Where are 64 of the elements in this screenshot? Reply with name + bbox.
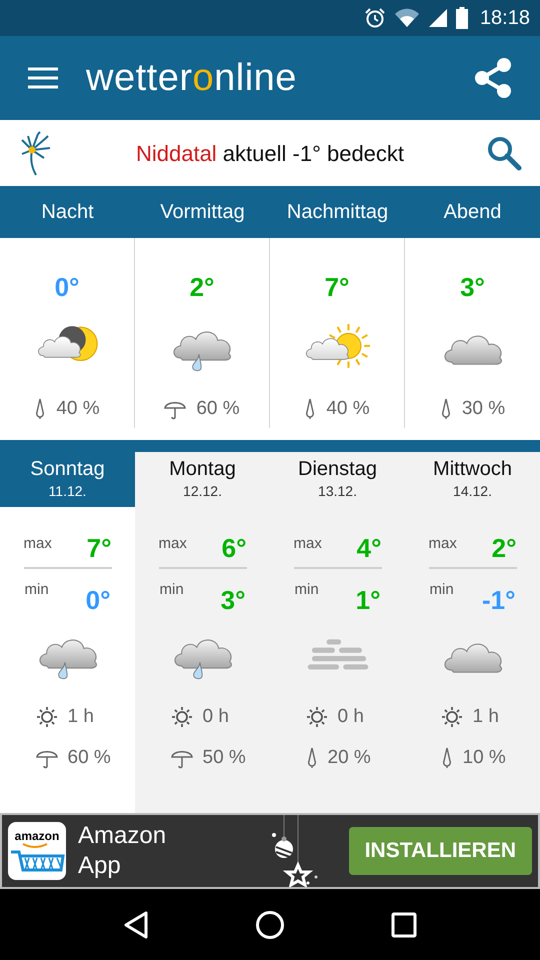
day-tab[interactable]: Montag 12.12.	[135, 452, 270, 507]
max-label: max	[428, 534, 457, 554]
sun-icon	[306, 706, 328, 728]
sun-icon	[36, 706, 58, 728]
temperature: 0°	[54, 271, 80, 304]
max-temperature: 6°	[222, 533, 246, 563]
status-time: 18:18	[480, 6, 530, 31]
sunshine-hours: 0 h	[202, 705, 229, 729]
sun-icon	[440, 706, 462, 728]
min-label: min	[160, 580, 184, 600]
period-label: Vormittag	[159, 200, 246, 225]
signal-icon	[428, 8, 448, 28]
precipitation-chance: 50 %	[202, 746, 246, 770]
max-temperature: 2°	[492, 533, 516, 563]
precipitation-chance: 40 %	[56, 397, 100, 421]
day-tab[interactable]: Sonntag 11.12.	[0, 452, 135, 507]
temperature: 2°	[190, 271, 214, 304]
period-label: Nachmittag	[286, 200, 390, 225]
raindrop-icon	[306, 746, 318, 769]
precipitation-chance: 40 %	[326, 397, 370, 421]
raindrop-icon	[34, 398, 46, 420]
min-label: min	[294, 580, 319, 600]
recents-button[interactable]	[391, 912, 417, 938]
battery-icon	[456, 7, 468, 29]
min-temperature: 1°	[356, 585, 380, 615]
current-weather-text: Niddatal aktuell -1° bedeckt	[134, 140, 406, 168]
min-temperature: -1°	[482, 585, 516, 615]
app-icon: amazon	[8, 822, 66, 880]
precipitation-chance: 60 %	[196, 397, 240, 421]
precipitation-chance: 10 %	[462, 746, 506, 770]
precipitation-chance: 20 %	[328, 746, 371, 770]
max-label: max	[158, 534, 187, 554]
raindrop-icon	[304, 398, 316, 420]
home-button[interactable]	[255, 910, 285, 940]
day-tab[interactable]: Mittwoch 14.12.	[405, 452, 540, 507]
temperature: 3°	[460, 271, 485, 304]
sunshine-hours: 0 h	[338, 705, 364, 729]
min-label: min	[430, 580, 454, 600]
sun-icon	[170, 706, 192, 728]
min-temperature: 3°	[220, 585, 246, 615]
max-label: max	[24, 534, 52, 554]
min-temperature: 0°	[86, 585, 110, 615]
app-logo: wetteronline	[86, 56, 297, 100]
precipitation-chance: 60 %	[68, 746, 111, 770]
temperature: 7°	[324, 271, 350, 304]
menu-button[interactable]	[28, 67, 58, 89]
day-tab[interactable]: Dienstag 13.12.	[270, 452, 405, 507]
sunshine-hours: 1 h	[472, 705, 499, 729]
precipitation-chance: 30 %	[462, 397, 506, 421]
period-label: Abend	[442, 200, 502, 225]
share-button[interactable]	[474, 57, 512, 99]
search-button[interactable]	[486, 135, 522, 171]
ad-title: Amazon App	[78, 821, 166, 881]
raindrop-icon	[440, 398, 452, 420]
wifi-icon	[394, 8, 420, 28]
raindrop-icon	[440, 746, 452, 769]
max-temperature: 4°	[356, 533, 382, 563]
alarm-icon	[364, 7, 386, 29]
max-label: max	[294, 534, 322, 554]
period-label: Nacht	[40, 200, 95, 225]
min-label: min	[24, 580, 49, 600]
back-button[interactable]	[123, 910, 149, 938]
max-temperature: 7°	[86, 533, 112, 563]
sunshine-hours: 1 h	[68, 705, 94, 729]
